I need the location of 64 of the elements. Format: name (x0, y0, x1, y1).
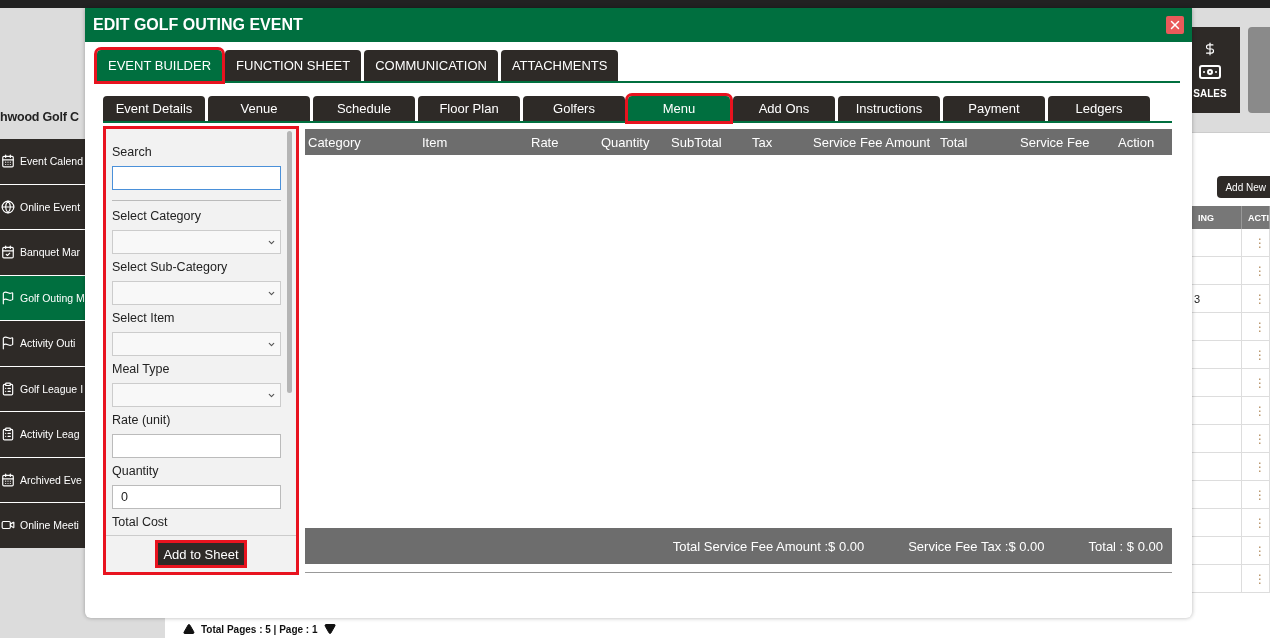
tab[interactable]: Ledgers (1048, 96, 1150, 121)
dropdown-field[interactable] (112, 230, 281, 254)
globe-icon (1, 199, 15, 214)
scrollbar[interactable] (287, 131, 292, 393)
column-header: Category (308, 134, 362, 150)
column-header: Total (940, 134, 969, 150)
tab[interactable]: Schedule (313, 96, 415, 121)
add-new-button[interactable]: Add New (1217, 176, 1270, 198)
field-label: Total Cost (112, 515, 169, 531)
tab[interactable]: FUNCTION SHEET (225, 50, 362, 81)
close-icon (1168, 18, 1182, 32)
tab[interactable]: Golfers (523, 96, 625, 121)
tab[interactable]: COMMUNICATION (364, 50, 498, 81)
tab[interactable]: EVENT BUILDER (97, 50, 223, 81)
tab[interactable]: ATTACHMENTS (500, 50, 619, 81)
column-header: Action (1118, 134, 1156, 150)
column-header: ING (1192, 206, 1242, 229)
field-label: Select Item (112, 311, 176, 327)
input-field[interactable] (112, 434, 281, 458)
column-header: ACTI (1242, 206, 1270, 229)
column-header: Item (422, 134, 449, 150)
column-header: SubTotal (671, 134, 723, 150)
tab[interactable]: Venue (208, 96, 310, 121)
clipboard-icon (1, 381, 15, 396)
calendar-icon (1, 154, 15, 169)
up-arrow-icon[interactable] (183, 623, 195, 635)
tab[interactable]: Add Ons (733, 96, 835, 121)
column-header: Quantity (601, 134, 651, 150)
column-header: Service Fee (1020, 134, 1091, 150)
field-label: Select Sub-Category (112, 260, 229, 276)
total-text: Total : $ 0.00 (1088, 538, 1163, 554)
dropdown-field[interactable] (112, 281, 281, 305)
tab[interactable]: Menu (628, 96, 730, 121)
field-label: Select Category (112, 209, 202, 225)
dialog-title: EDIT GOLF OUTING EVENT (93, 16, 303, 34)
dropdown-field[interactable] (112, 383, 281, 407)
flag-icon (1, 290, 15, 305)
column-header: Service Fee Amount (813, 134, 932, 150)
tile[interactable] (1248, 27, 1270, 113)
tab[interactable]: Instructions (838, 96, 940, 121)
flag-icon (1, 336, 15, 351)
add-to-sheet-button[interactable]: Add to Sheet (158, 543, 244, 565)
tab[interactable]: Event Details (103, 96, 205, 121)
close-button[interactable] (1166, 16, 1184, 34)
field-label: Search (112, 145, 153, 161)
dropdown-field[interactable] (112, 332, 281, 356)
total-text: Total Service Fee Amount :$ 0.00 (672, 538, 865, 554)
column-header: Rate (531, 134, 560, 150)
input-field[interactable]: 0 (112, 485, 281, 509)
column-header: Tax (752, 134, 774, 150)
tab[interactable]: Payment (943, 96, 1045, 121)
down-arrow-icon[interactable] (323, 623, 336, 635)
field-label: Quantity (112, 464, 160, 480)
calendar-icon (1, 245, 15, 260)
tab[interactable]: Floor Plan (418, 96, 520, 121)
dollar-icon (1203, 41, 1217, 56)
pager-text: Total Pages : 5 | Page : 1 (201, 623, 318, 635)
club-name: hwood Golf C (0, 110, 79, 124)
input-field[interactable] (112, 166, 281, 190)
field-label: Meal Type (112, 362, 171, 378)
clipboard-icon (1, 427, 15, 442)
field-label: Rate (unit) (112, 413, 172, 429)
total-text: Service Fee Tax :$ 0.00 (908, 538, 1045, 554)
calendar-icon (1, 472, 15, 487)
